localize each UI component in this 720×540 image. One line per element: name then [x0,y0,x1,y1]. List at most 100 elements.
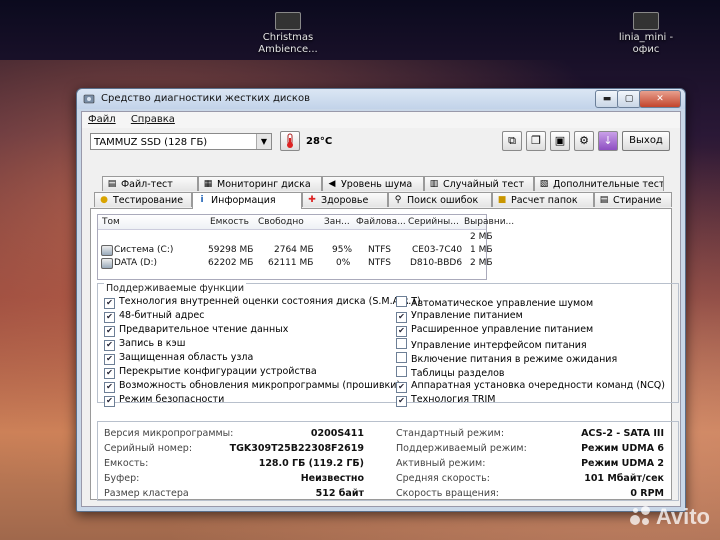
maximize-button[interactable]: ▢ [617,90,641,108]
copy-icon[interactable]: ⧉ [502,131,522,151]
avito-logo-icon [629,505,652,527]
checkbox-box[interactable]: ✔ [104,312,115,323]
health-icon: ✚ [308,195,316,205]
checkbox-box[interactable] [396,352,407,363]
checkbox-box[interactable]: ✔ [396,312,407,323]
tab-folder-calc[interactable]: ■ Расчет папок [492,192,594,207]
drive-info-group: Версия микропрограммы: 0200S411 Серийный… [97,421,679,501]
feature-smart-checkbox[interactable]: ✔ Технология внутренней оценки состояния … [104,296,421,309]
cluster-size-label: Размер кластера [104,488,189,499]
tab-random-test[interactable]: ▥ Случайный тест [424,176,534,191]
volume-list-header: Том Емкость Свободно Зан... Файлова... С… [98,215,514,230]
checkbox-box[interactable] [396,366,407,377]
buffer-value: Неизвестно [300,473,364,484]
random-icon: ▥ [429,179,439,189]
copy-all-icon[interactable]: ❐ [526,131,546,151]
cell-capacity: 62202 МБ [208,258,254,268]
client-area: Файл Справка TAMMUZ SSD (128 ГБ) ▼ 28°C … [81,111,681,507]
cell-free: 2764 МБ [274,245,314,255]
volume-list[interactable]: Том Емкость Свободно Зан... Файлова... С… [97,214,514,280]
cell-alignment: 1 МБ [470,245,493,255]
col-capacity[interactable]: Емкость [210,217,249,227]
close-button[interactable]: ✕ [639,90,681,108]
cell-free: 62111 МБ [268,258,314,268]
table-row[interactable]: Система (C:) 59298 МБ 2764 МБ 95% NTFS C… [98,244,493,257]
tab-health[interactable]: ✚ Здоровье [302,192,388,207]
title-bar[interactable]: Средство диагностики жестких дисков ▬ ▢ … [77,89,685,109]
file-icon: ▤ [107,179,117,189]
tab-extra-tests[interactable]: ▧ Дополнительные тесты [534,176,664,191]
download-icon[interactable]: ↓ [598,131,618,151]
tab-testing[interactable]: ● Тестирование [94,192,192,207]
feature-interface-power-checkbox[interactable]: Управление интерфейсом питания [396,338,587,351]
table-row[interactable]: DATA (D:) 62202 МБ 62111 МБ 0% NTFS D810… [98,257,493,270]
col-serial[interactable]: Серийны... [408,217,459,227]
col-free[interactable]: Свободно [258,217,304,227]
checkbox-box[interactable]: ✔ [104,396,115,407]
table-row[interactable]: 2 МБ [98,231,493,244]
hdd-diagnostic-window: Средство диагностики жестких дисков ▬ ▢ … [76,88,686,512]
chevron-down-icon[interactable]: ▼ [256,134,271,149]
disk-select[interactable]: TAMMUZ SSD (128 ГБ) ▼ [90,133,272,150]
feature-security-checkbox[interactable]: ✔ Режим безопасности [104,394,224,407]
checkbox-box[interactable]: ✔ [396,326,407,337]
desktop-shortcut-christmas[interactable]: Christmas Ambience... [258,12,318,56]
average-speed-value: 101 Мбайт/сек [584,473,664,484]
checkbox-box[interactable]: ✔ [104,298,115,309]
feature-firmware-update-checkbox[interactable]: ✔ Возможность обновления микропрограммы (… [104,380,400,393]
disk-select-value: TAMMUZ SSD (128 ГБ) [94,137,208,148]
tab-error-scan[interactable]: ⚲ Поиск ошибок [388,192,492,207]
shortcut-label-1: linia_mini - [618,32,674,43]
checkbox-box[interactable]: ✔ [104,340,115,351]
tab-file-test[interactable]: ▤ Файл-тест [102,176,198,191]
feature-partition-tables-checkbox[interactable]: Таблицы разделов [396,366,505,379]
feature-48bit-checkbox[interactable]: ✔ 48-битный адрес [104,310,204,323]
bulb-icon: ● [100,195,108,205]
cell-volume: Система (C:) [114,245,174,255]
desktop-shortcut-linia[interactable]: linia_mini - офис [610,12,682,56]
checkbox-box[interactable]: ✔ [104,382,115,393]
feature-aam-checkbox[interactable]: Автоматическое управление шумом [396,296,593,309]
tab-row-top: ▤ Файл-тест ▦ Мониторинг диска ◀ Уровень шу… [82,176,680,192]
save-icon[interactable]: ▣ [550,131,570,151]
tab-information[interactable]: i Информация [192,192,302,209]
info-icon: i [200,195,204,205]
shortcut-label-2: Ambience... [258,44,318,55]
tab-erase[interactable]: ▤ Стирание [594,192,672,207]
col-alignment[interactable]: Выравни... [464,217,514,227]
checkbox-box[interactable] [396,296,407,307]
feature-trim-checkbox[interactable]: ✔ Технология TRIM [396,394,495,407]
tools-icon: ▧ [539,179,549,189]
col-filesystem[interactable]: Файлова... [356,217,406,227]
feature-apm-checkbox[interactable]: ✔ Расширенное управление питанием [396,324,593,337]
feature-power-mgmt-checkbox[interactable]: ✔ Управление питанием [396,310,523,323]
menu-help[interactable]: Справка [125,112,181,127]
cell-serial: D810-BBD6 [410,258,463,268]
col-used[interactable]: Зан... [324,217,350,227]
menu-file[interactable]: Файл [82,112,122,127]
col-volume[interactable]: Том [102,217,120,227]
drive-icon [101,258,113,269]
checkbox-box[interactable] [396,338,407,349]
rotation-speed-label: Скорость вращения: [396,488,499,499]
avito-watermark: Avito [629,504,710,530]
feature-write-cache-checkbox[interactable]: ✔ Запись в кэш [104,338,185,351]
feature-ncq-checkbox[interactable]: ✔ Аппаратная установка очередности команд… [396,380,665,393]
cell-filesystem: NTFS [368,258,391,268]
settings-icon[interactable]: ⚙ [574,131,594,151]
feature-readahead-checkbox[interactable]: ✔ Предварительное чтение данных [104,324,288,337]
tab-noise-level[interactable]: ◀ Уровень шума [322,176,424,191]
checkbox-box[interactable]: ✔ [104,354,115,365]
checkbox-box[interactable]: ✔ [396,382,407,393]
checkbox-box[interactable]: ✔ [396,396,407,407]
feature-puis-checkbox[interactable]: Включение питания в режиме ожидания [396,352,617,365]
checkbox-box[interactable]: ✔ [104,368,115,379]
tab-disk-monitor[interactable]: ▦ Мониторинг диска [198,176,322,191]
exit-button[interactable]: Выход [622,131,670,151]
erase-icon: ▤ [599,195,609,205]
standard-mode-value: ACS-2 - SATA III [581,428,664,439]
checkbox-box[interactable]: ✔ [104,326,115,337]
feature-dco-checkbox[interactable]: ✔ Перекрытие конфигурации устройства [104,366,317,379]
minimize-button[interactable]: ▬ [595,90,619,108]
feature-hpa-checkbox[interactable]: ✔ Защищенная область узла [104,352,253,365]
